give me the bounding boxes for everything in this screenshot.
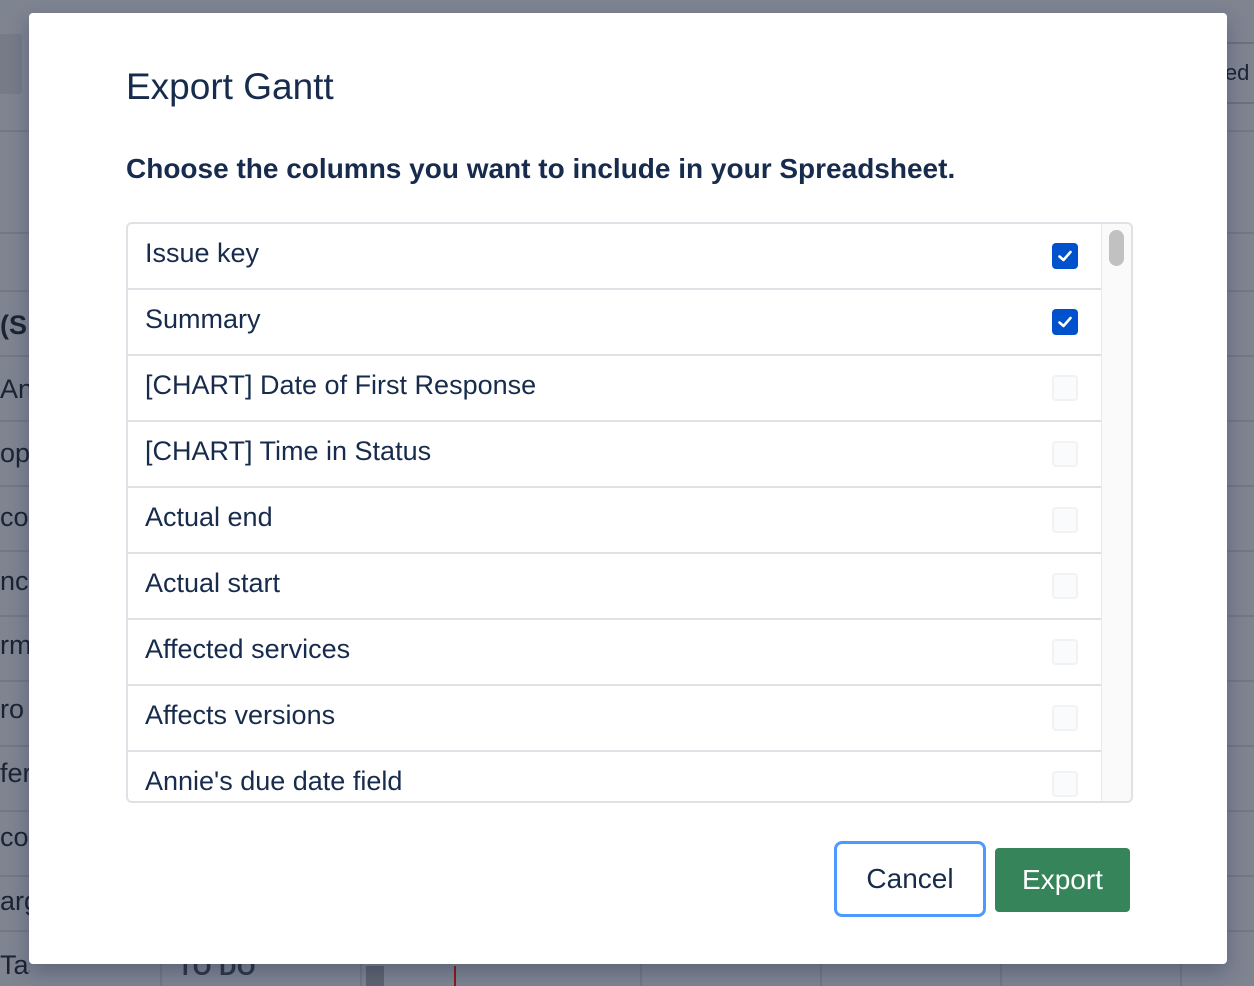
column-option-row[interactable]: [CHART] Date of First Response: [128, 356, 1104, 422]
checkmark-icon: [1056, 247, 1074, 265]
column-option-label: Summary: [145, 303, 261, 334]
column-option-label: Affected services: [145, 633, 351, 664]
background-today-marker: [454, 966, 456, 986]
column-option-label: Issue key: [145, 237, 260, 268]
column-option-checkbox[interactable]: [1052, 771, 1078, 797]
background-row-text: rm: [0, 630, 30, 660]
dialog-title: Export Gantt: [126, 66, 334, 107]
column-option-row[interactable]: Actual end: [128, 488, 1104, 554]
background-row-text: co: [0, 822, 29, 852]
column-option-label: Actual start: [145, 567, 281, 598]
column-option-row[interactable]: [CHART] Time in Status: [128, 422, 1104, 488]
column-option-label: Actual end: [145, 501, 273, 532]
column-list[interactable]: Issue key Summary [CHART] Date of First Re…: [126, 222, 1133, 803]
column-option-checkbox[interactable]: [1052, 705, 1078, 731]
background-row-text: An: [0, 374, 30, 404]
background-row-text: fer: [0, 758, 30, 788]
column-option-checkbox[interactable]: [1052, 507, 1078, 533]
background-row-text: Task: [0, 950, 30, 980]
background-row-text: ro: [0, 694, 25, 724]
background-toolbar-button: [0, 34, 22, 94]
column-option-checkbox[interactable]: [1052, 243, 1078, 269]
column-option-label: Affects versions: [145, 699, 336, 730]
column-option-row[interactable]: Annie's due date field: [128, 752, 1104, 801]
column-option-label: [CHART] Date of First Response: [145, 369, 537, 400]
background-row-text: (S: [0, 310, 27, 340]
checkmark-icon: [1056, 313, 1074, 331]
scrollbar-thumb[interactable]: [1109, 230, 1124, 266]
background-row-text: arg: [0, 886, 30, 916]
column-option-row[interactable]: Affected services: [128, 620, 1104, 686]
column-option-checkbox[interactable]: [1052, 309, 1078, 335]
column-option-checkbox[interactable]: [1052, 441, 1078, 467]
column-option-checkbox[interactable]: [1052, 639, 1078, 665]
column-option-row[interactable]: Actual start: [128, 554, 1104, 620]
column-option-label: [CHART] Time in Status: [145, 435, 432, 466]
column-option-checkbox[interactable]: [1052, 573, 1078, 599]
column-list-scrollbar[interactable]: [1101, 224, 1131, 801]
background-column-marker: [366, 966, 384, 986]
background-row-text: nc: [0, 566, 29, 596]
background-row-text: op: [0, 438, 30, 468]
background-row-text: co: [0, 502, 29, 532]
column-option-label: Annie's due date field: [145, 765, 403, 796]
column-option-row[interactable]: Affects versions: [128, 686, 1104, 752]
dialog-subtitle: Choose the columns you want to include i…: [126, 153, 956, 184]
export-gantt-dialog: Export Gantt Choose the columns you want…: [29, 13, 1227, 964]
column-option-row[interactable]: Summary: [128, 290, 1104, 356]
column-list-rows: Issue key Summary [CHART] Date of First Re…: [128, 224, 1104, 801]
column-option-row[interactable]: Issue key: [128, 224, 1104, 290]
export-button[interactable]: Export: [995, 848, 1130, 912]
cancel-button[interactable]: Cancel: [834, 841, 986, 917]
column-option-checkbox[interactable]: [1052, 375, 1078, 401]
